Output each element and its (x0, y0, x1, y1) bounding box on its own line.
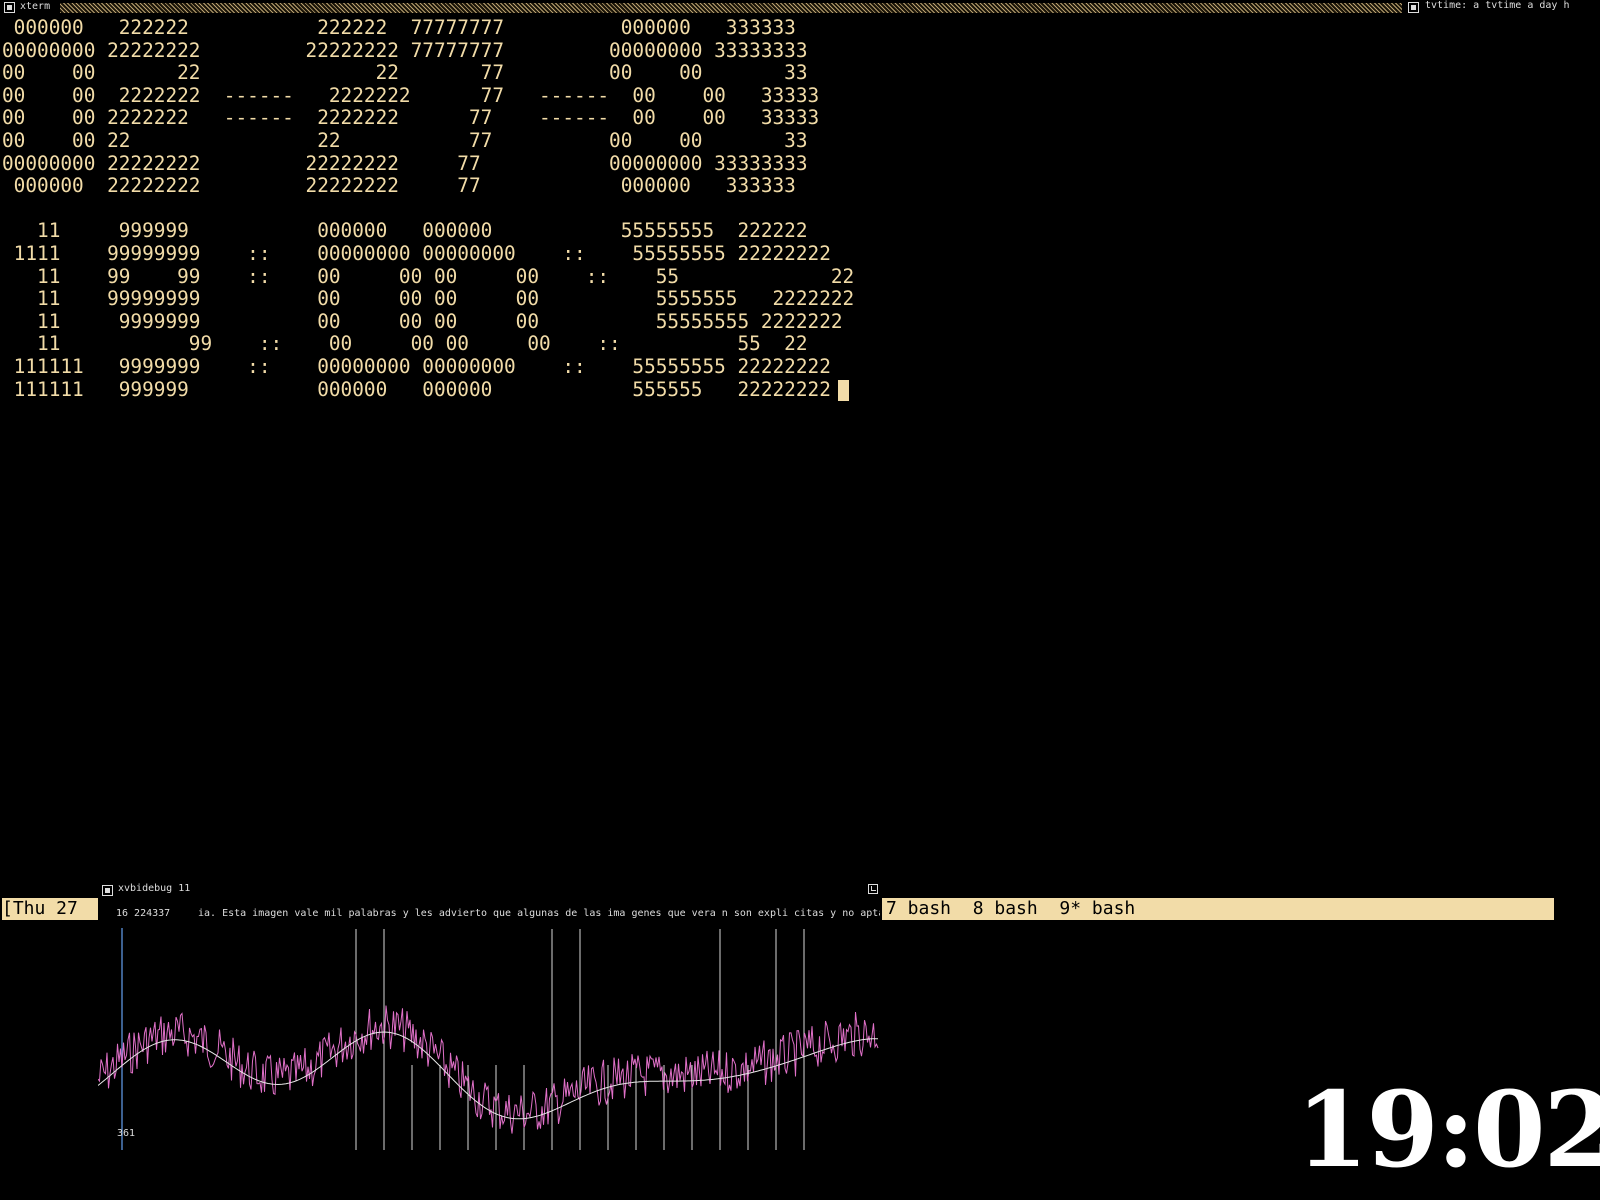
tvtime-window-menu-icon[interactable] (1408, 2, 1419, 13)
xterm-titlebar[interactable]: xterm tvtime: a tvtime a day h (0, 0, 1600, 15)
xvbidebug-window-menu-icon[interactable] (102, 885, 113, 896)
terminal-cursor (838, 380, 849, 401)
vbi-caption-text: ia. Esta imagen vale mil palabras y les … (198, 908, 880, 919)
screen-window-list[interactable]: 7 bash 8 bash 9* bash (882, 898, 1554, 920)
xterm-window-menu-icon[interactable] (4, 2, 15, 13)
raw-signal-trace (98, 1005, 879, 1134)
vbi-counter: 16 224337 (116, 908, 171, 919)
xvbidebug-titlebar[interactable]: xvbidebug 11 (98, 882, 880, 898)
xvbidebug-title: xvbidebug 11 (118, 883, 191, 894)
status-date: [Thu 27 (2, 898, 98, 920)
filtered-signal-trace (98, 1031, 878, 1120)
plot-position-label: 361 (117, 1128, 136, 1139)
ascii-clock-output[interactable]: 000000 222222 222222 77777777 000000 333… (2, 16, 854, 401)
vbi-waveform-plot (98, 928, 879, 1150)
desktop-clock: 19:02 (1296, 1068, 1600, 1191)
xvbidebug-resize-icon[interactable] (868, 884, 878, 894)
titlebar-drag-area[interactable] (60, 3, 1402, 13)
tvtime-title: tvtime: a tvtime a day h (1425, 0, 1570, 11)
xvbidebug-info-line: 16 224337 ia. Esta imagen vale mil palab… (98, 905, 880, 923)
xterm-title: xterm (20, 1, 51, 12)
